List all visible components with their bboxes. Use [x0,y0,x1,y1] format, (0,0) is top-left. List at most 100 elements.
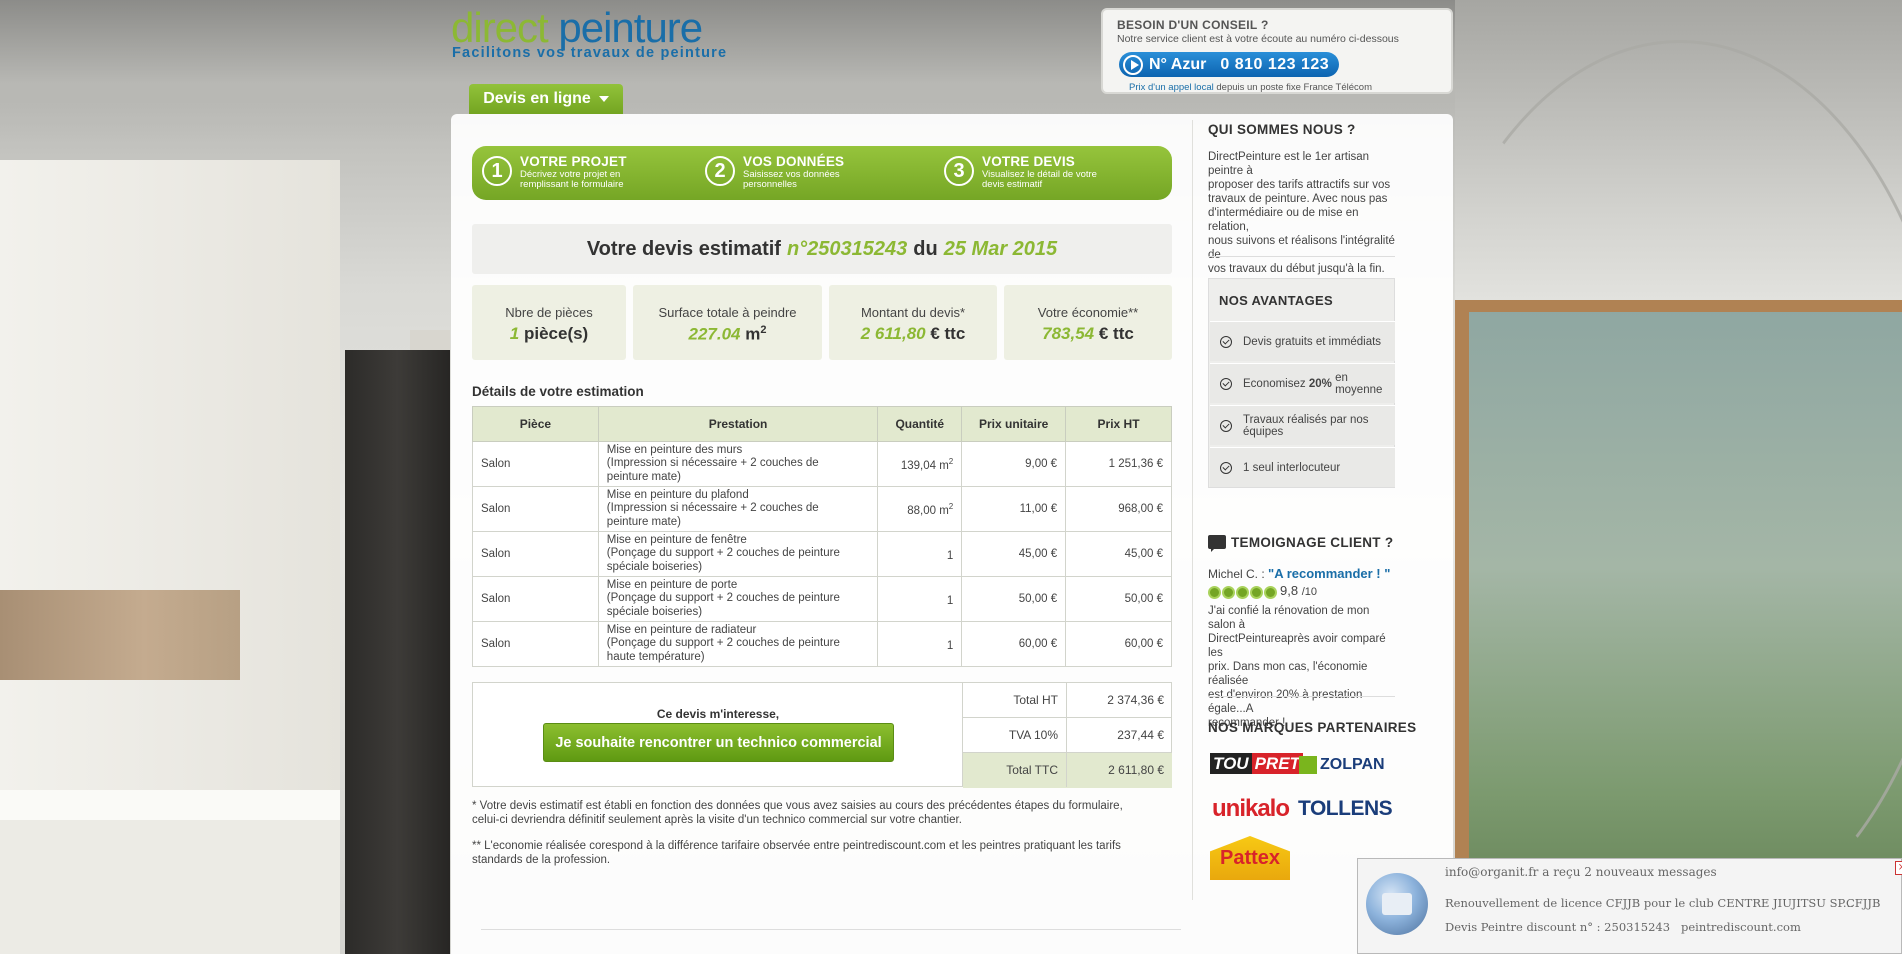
tab-devis-en-ligne[interactable]: Devis en ligne [469,84,623,114]
divider [481,929,1181,930]
stat-value: 2 611,80 [860,324,926,343]
prestation-line: spéciale boiseries) [606,560,703,573]
stat-economie: Votre économie** 783,54 € ttc [1004,285,1172,360]
phone-number: 0 810 123 123 [1220,55,1330,73]
rating-dot-icon [1222,586,1235,599]
qty-value: 1 [946,639,954,652]
advantage-text: en moyenne [1335,371,1383,396]
logo-text-direct: direct [451,4,549,51]
cell-prix-unitaire: 50,00 € [961,576,1067,622]
step-1[interactable]: 1 VOTRE PROJET Décrivez votre projet en … [482,154,635,190]
cell-prestation: Mise en peinture de radiateur (Ponçage du… [597,621,879,667]
cell-prix-ht: 60,00 € [1065,621,1172,667]
cell-quantite: 1 [877,621,963,667]
rating-dot-icon [1264,586,1277,599]
step-3[interactable]: 3 VOTRE DEVIS Visualisez le détail de vo… [944,154,1097,190]
total-label: TVA 10% [963,718,1067,752]
step-desc: Visualisez le détail de votre devis esti… [982,169,1097,190]
azur-phone-button[interactable]: N° Azur 0 810 123 123 [1119,52,1339,77]
brand-logo-zolpan[interactable]: ZOLPAN [1299,756,1385,774]
total-row-tva: TVA 10% 237,44 € [963,718,1172,753]
main-panel: 1 VOTRE PROJET Décrivez votre projet en … [451,114,1453,954]
score-max: /10 [1301,586,1317,598]
stat-label: Montant du devis* [860,305,966,320]
close-icon[interactable]: × [1895,861,1902,875]
email-notification[interactable]: info@organit.fr a reçu 2 nouveaux messag… [1357,858,1902,954]
brands-title: NOS MARQUES PARTENAIRES [1208,720,1417,735]
quote-number: n°250315243 [786,237,908,260]
quote-du: du [913,237,938,260]
cell-prix-ht: 45,00 € [1065,531,1172,577]
advantage-item: 1 seul interlocuteur [1210,447,1395,487]
testimonial-author: Michel C. : [1208,567,1265,581]
total-row-ttc: Total TTC 2 611,80 € [963,753,1172,788]
advice-subtitle: Notre service client est à votre écoute … [1117,33,1399,45]
total-value: 2 611,80 € [1108,763,1164,777]
total-row-ht: Total HT 2 374,36 € [963,683,1172,718]
stat-label: Surface totale à peindre [658,305,797,320]
cell-prix-ht: 50,00 € [1065,576,1172,622]
cell-prestation: Mise en peinture de fenêtre (Ponçage du s… [597,531,879,577]
advice-footnote: Prix d'un appel local depuis un poste fi… [1129,82,1372,93]
quote-heading: Votre devis estimatif n°250315243 du 25 … [472,224,1172,274]
brand-logo-pattex[interactable]: Pattex [1210,836,1290,880]
step-number: 1 [482,156,512,186]
local-call-link[interactable]: Prix d'un appel local [1129,82,1214,93]
total-label: Total TTC [963,753,1067,787]
brand-logo-toupret[interactable]: TOU PRET [1210,753,1303,776]
total-value: 237,44 € [1117,728,1164,742]
advantage-text: 1 seul interlocuteur [1243,461,1341,474]
notification-message[interactable]: Devis Peintre discount n° : 250315243 pe… [1445,920,1801,934]
qty-value: 88,00 m [907,504,949,517]
logo-text-peinture: peinture [558,4,703,51]
azur-label: N° Azur [1149,55,1207,73]
footnote-line: * Votre devis estimatif est établi en fo… [472,800,1123,812]
advice-footnote-text: depuis un poste fixe France Télécom [1216,82,1372,93]
step-title: VOS DONNÉES [743,154,845,169]
play-icon [1123,54,1143,75]
stat-unit: € ttc [1098,324,1134,343]
testimonial-line: J'ai confié la rénovation de mon salon à [1208,605,1370,631]
col-header: Prix unitaire [961,406,1067,442]
progress-steps: 1 VOTRE PROJET Décrivez votre projet en … [472,146,1172,200]
stat-unit-sup: 2 [760,324,767,336]
cell-piece: Salon [472,531,599,577]
tab-label: Devis en ligne [483,90,591,107]
brand-logo-tollens[interactable]: TOLLENS [1298,797,1393,821]
prestation-line: Mise en peinture de porte [606,578,738,591]
site-logo[interactable]: direct peinture [451,4,703,51]
footnote-economy: ** L'economie réalisée corespond à la di… [472,839,1172,867]
stat-value: 1 [509,324,520,343]
about-line: d'intermédiaire ou de mise en relation, [1208,207,1359,233]
step-2[interactable]: 2 VOS DONNÉES Saisissez vos données pers… [705,154,858,190]
qty-value: 1 [946,594,954,607]
table-header-row: Pièce Prestation Quantité Prix unitaire … [472,406,1172,442]
table-row: Salon Mise en peinture de fenêtre (Ponçag… [472,531,1172,577]
stat-value: 227.04 [688,324,741,344]
step-number: 2 [705,156,735,186]
prestation-line: (Ponçage du support + 2 couches de peint… [606,547,840,560]
advantage-text: Devis gratuits et immédiats [1243,335,1382,348]
cell-quantite: 1 [877,531,963,577]
mail-client-icon [1366,873,1428,935]
rating-dot-icon [1208,586,1221,599]
stat-unit: pièce(s) [523,324,589,343]
divider [1208,256,1395,257]
table-row: Salon Mise en peinture du plafond (Impres… [472,486,1172,532]
testimonial-quote: "A recommander ! " [1268,566,1391,581]
stat-label: Votre économie** [1037,305,1139,320]
stat-unit: m [745,324,761,344]
table-row: Salon Mise en peinture des murs (Impressi… [472,441,1172,487]
advice-title: BESOIN D'UN CONSEIL ? [1117,18,1269,32]
message-subject: Renouvellement de licence CFJJB pour le … [1445,896,1854,910]
cell-piece: Salon [472,621,599,667]
prestation-line: (Ponçage du support + 2 couches de peint… [606,592,840,605]
chevron-down-icon [598,96,609,102]
about-line: proposer des tarifs attractifs sur vos [1208,179,1391,191]
brand-logo-unikalo[interactable]: unikalo [1212,795,1290,823]
cell-quantite: 88,00 m2 [877,486,963,532]
notification-message[interactable]: Renouvellement de licence CFJJB pour le … [1445,896,1854,910]
meet-technician-button[interactable]: Je souhaite rencontrer un technico comme… [543,723,894,762]
advantages-box: NOS AVANTAGES Devis gratuits et immédiat… [1208,278,1395,488]
score-value: 9,8 [1280,583,1299,598]
